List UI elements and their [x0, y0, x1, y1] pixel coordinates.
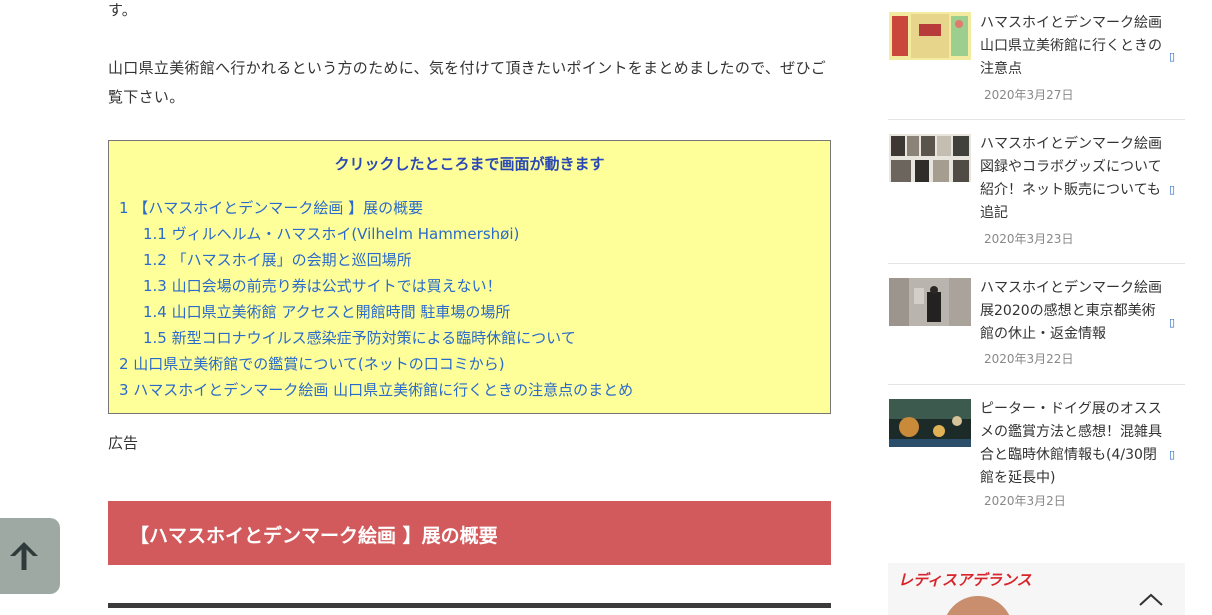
- ad-image: [943, 596, 1013, 615]
- toc-link[interactable]: 1 【ハマスホイとデンマーク絵画 】展の概要: [119, 195, 633, 221]
- article-paragraph: 山口県立美術館へ行かれるという方のために、気を付けて頂きたいポイントをまとめまし…: [108, 59, 827, 106]
- toc-link[interactable]: 1.2 「ハマスホイ展」の会期と巡回場所: [119, 247, 633, 273]
- post-thumbnail: [889, 399, 971, 447]
- article-paragraph: す。: [108, 1, 138, 19]
- sidebar-post[interactable]: ハマスホイとデンマーク絵画展2020の感想と東京都美術館の休止・返金情報 ▯ 2…: [888, 263, 1185, 384]
- chevron-up-icon[interactable]: [1138, 591, 1164, 607]
- post-date: 2020年3月23日: [984, 232, 1074, 246]
- post-title: ハマスホイとデンマーク絵画 山口県立美術館に行くときの注意点: [980, 15, 1162, 77]
- back-to-top-button[interactable]: [0, 518, 60, 594]
- toc-list: 1 【ハマスホイとデンマーク絵画 】展の概要 1.1 ヴィルヘルム・ハマスホイ(…: [119, 195, 633, 403]
- section-heading-text: 【ハマスホイとデンマーク絵画 】展の概要: [130, 525, 498, 547]
- post-thumbnail: [889, 12, 971, 60]
- chevron-right-icon: ▯: [1168, 448, 1175, 461]
- post-title: ハマスホイとデンマーク絵画展2020の感想と東京都美術館の休止・返金情報: [980, 280, 1162, 342]
- arrow-up-icon: [10, 542, 38, 570]
- section-divider: [108, 603, 831, 608]
- toc-link[interactable]: 1.4 山口県立美術館 アクセスと開館時間 駐車場の場所: [119, 299, 633, 325]
- toc-link[interactable]: 1.3 山口会場の前売り券は公式サイトでは買えない！: [119, 273, 633, 299]
- toc-title: クリックしたところまで画面が動きます: [334, 155, 605, 173]
- sidebar-post[interactable]: ピーター・ドイグ展のオススメの鑑賞方法と感想！混雑具合と臨時休館情報も(4/30…: [888, 384, 1185, 508]
- toc-link[interactable]: 1.5 新型コロナウイルス感染症予防対策による臨時休館について: [119, 325, 633, 351]
- post-title: ハマスホイとデンマーク絵画 図録やコラボグッズについて紹介！ネット販売についても…: [980, 136, 1162, 221]
- post-thumbnail: [889, 134, 971, 182]
- table-of-contents: クリックしたところまで画面が動きます 1 【ハマスホイとデンマーク絵画 】展の概…: [108, 140, 831, 414]
- chevron-right-icon: ▯: [1168, 183, 1175, 196]
- toc-link[interactable]: 3 ハマスホイとデンマーク絵画 山口県立美術館に行くときの注意点のまとめ: [119, 377, 633, 403]
- chevron-right-icon: ▯: [1168, 316, 1175, 329]
- post-date: 2020年3月22日: [984, 352, 1074, 366]
- chevron-right-icon: ▯: [1168, 50, 1175, 63]
- sidebar-post[interactable]: ハマスホイとデンマーク絵画 山口県立美術館に行くときの注意点 ▯ 2020年3月…: [888, 0, 1185, 120]
- post-title: ピーター・ドイグ展のオススメの鑑賞方法と感想！混雑具合と臨時休館情報も(4/30…: [980, 401, 1162, 486]
- toc-link[interactable]: 1.1 ヴィルヘルム・ハマスホイ(Vilhelm Hammershøi): [119, 221, 633, 247]
- ad-label: 広告: [108, 434, 139, 452]
- toc-link[interactable]: 2 山口県立美術館での鑑賞について(ネットの口コミから): [119, 351, 633, 377]
- post-date: 2020年3月27日: [984, 88, 1074, 102]
- sidebar-ad-banner[interactable]: レディスアデランス: [888, 563, 1185, 615]
- divider: [888, 384, 1185, 385]
- ad-logo: レディスアデランス: [898, 571, 1032, 589]
- divider: [888, 263, 1185, 264]
- section-heading: 【ハマスホイとデンマーク絵画 】展の概要: [108, 501, 831, 565]
- post-thumbnail: [889, 278, 971, 326]
- sidebar-post[interactable]: ハマスホイとデンマーク絵画 図録やコラボグッズについて紹介！ネット販売についても…: [888, 120, 1185, 246]
- post-date: 2020年3月2日: [984, 494, 1066, 508]
